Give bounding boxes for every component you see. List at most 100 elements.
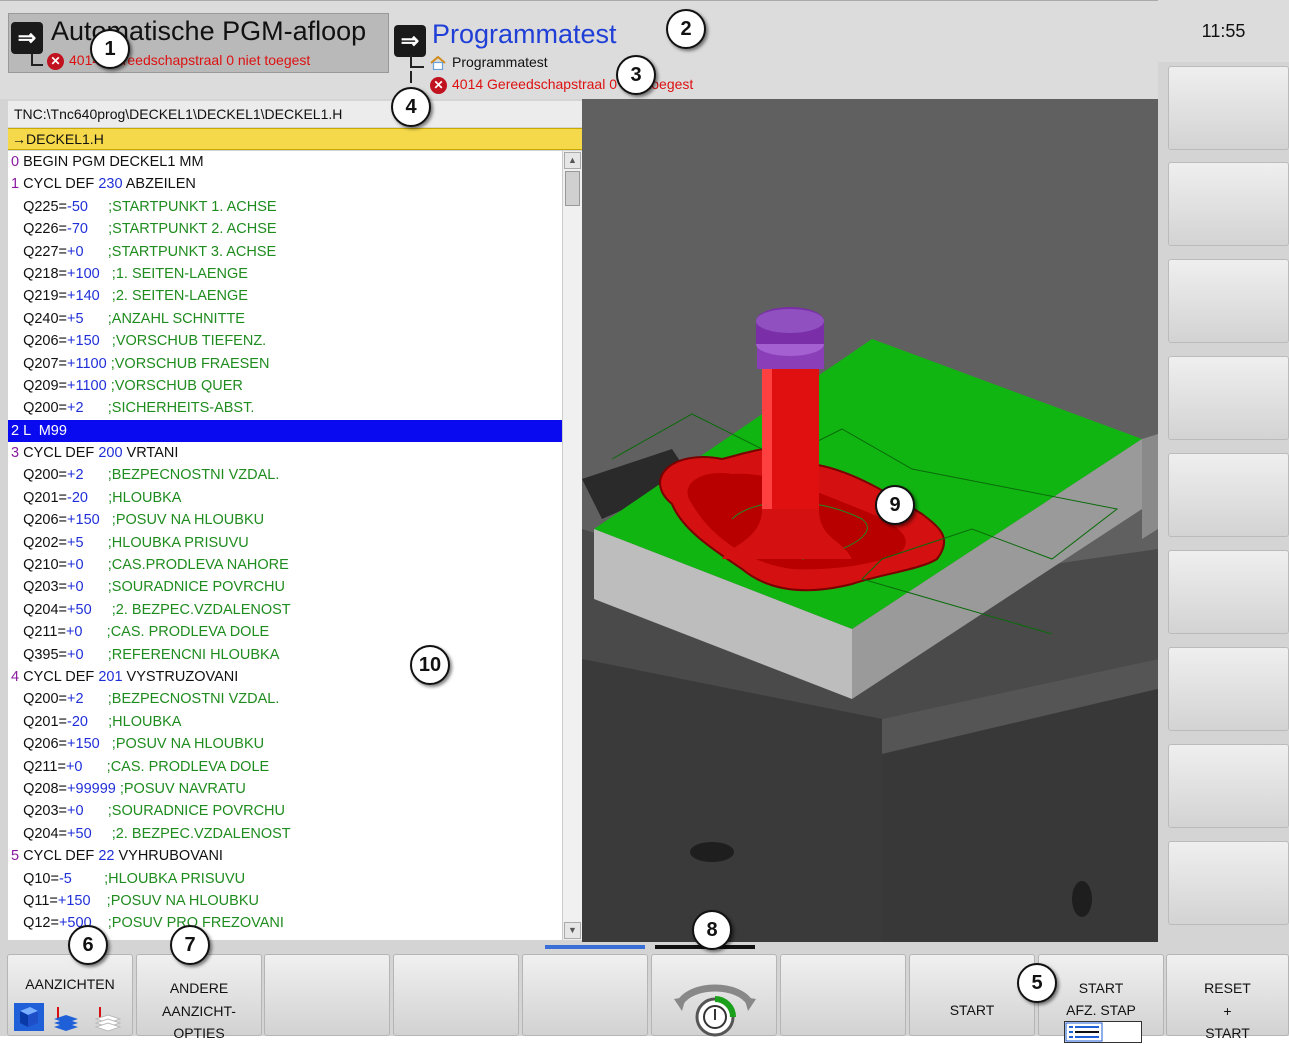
line-value: +1100 <box>67 377 107 394</box>
softkey-start[interactable]: START <box>909 954 1035 1036</box>
program-line[interactable]: 3 CYCL DEF 200 VRTANI <box>8 442 562 464</box>
program-line[interactable]: 5 CYCL DEF 22 VYHRUBOVANI <box>8 845 562 867</box>
softkey-empty-4[interactable] <box>393 954 519 1036</box>
machine-mode-error[interactable]: ✕ 4014 Gereedschapstraal 0 niet toegest <box>47 52 310 70</box>
line-number: 2 <box>11 422 20 439</box>
line-parameter: Q200= <box>11 467 68 484</box>
line-value: +150 <box>67 512 100 529</box>
vertical-softkey-7[interactable] <box>1168 647 1289 731</box>
line-comment: ;HLOUBKA PRISUVU <box>71 870 246 887</box>
program-line[interactable]: Q206=+150 ;POSUV NA HLOUBKU <box>8 733 562 755</box>
tree-connector <box>410 71 412 83</box>
softkey-empty-7[interactable] <box>780 954 906 1036</box>
program-line[interactable]: Q206=+150 ;POSUV NA HLOUBKU <box>8 509 562 531</box>
line-comment: ;POSUV NA HLOUBKU <box>99 512 265 529</box>
program-line[interactable]: Q211=+0 ;CAS. PRODLEVA DOLE <box>8 621 562 643</box>
vertical-softkey-1[interactable] <box>1168 66 1289 150</box>
program-line[interactable]: Q209=+1100 ;VORSCHUB QUER <box>8 375 562 397</box>
simulation-view[interactable] <box>582 99 1158 942</box>
mode-arrow-icon: ⇒ <box>394 25 426 57</box>
line-value: 230 <box>98 176 123 193</box>
program-line[interactable]: Q219=+140 ;2. SEITEN-LAENGE <box>8 285 562 307</box>
line-parameter: Q395= <box>11 646 68 663</box>
line-parameter: Q206= <box>11 333 68 350</box>
softkey-reset-line3: START <box>1205 1025 1250 1041</box>
line-value: +150 <box>67 333 100 350</box>
vertical-softkey-9[interactable] <box>1168 841 1289 925</box>
softkey-speed-dial[interactable] <box>651 954 777 1037</box>
line-number: 5 <box>11 848 20 865</box>
line-value: +50 <box>67 601 92 618</box>
softkey-aanzichten[interactable]: AANZICHTEN <box>7 954 133 1036</box>
scroll-down-button[interactable]: ▼ <box>564 922 581 939</box>
line-value: +99999 <box>67 780 116 797</box>
scroll-thumb[interactable] <box>565 171 580 206</box>
vertical-softkey-5[interactable] <box>1168 453 1289 537</box>
line-comment: ;STARTPUNKT 3. ACHSE <box>83 243 277 260</box>
program-line[interactable]: Q207=+1100 ;VORSCHUB FRAESEN <box>8 353 562 375</box>
program-line[interactable]: Q200=+2 ;SICHERHEITS-ABST. <box>8 397 562 419</box>
line-parameter: Q226= <box>11 221 68 238</box>
program-line[interactable]: Q200=+2 ;BEZPECNOSTNI VZDAL. <box>8 688 562 710</box>
callout-5: 5 <box>1017 963 1057 1003</box>
home-icon <box>430 56 446 71</box>
line-value: +0 <box>67 646 84 663</box>
program-line[interactable]: Q226=-70 ;STARTPUNKT 2. ACHSE <box>8 218 562 240</box>
program-line[interactable]: Q211=+0 ;CAS. PRODLEVA DOLE <box>8 756 562 778</box>
softkey-empty-3[interactable] <box>264 954 390 1036</box>
view-options-icons <box>14 1003 122 1032</box>
program-line[interactable]: Q203=+0 ;SOURADNICE POVRCHU <box>8 576 562 598</box>
program-line[interactable]: Q202=+5 ;HLOUBKA PRISUVU <box>8 532 562 554</box>
line-parameter: Q211= <box>11 624 66 641</box>
line-value: +5 <box>67 534 84 551</box>
program-line-selected[interactable]: 2 L M99 <box>8 419 562 443</box>
vertical-softkey-6[interactable] <box>1168 550 1289 634</box>
callout-10: 10 <box>410 645 450 685</box>
line-command-suffix: VYSTRUZOVANI <box>122 668 239 685</box>
line-parameter: Q203= <box>11 579 68 596</box>
program-line[interactable]: Q227=+0 ;STARTPUNKT 3. ACHSE <box>8 241 562 263</box>
vertical-softkey-2[interactable] <box>1168 162 1289 246</box>
line-comment: ;CAS. PRODLEVA DOLE <box>82 758 270 775</box>
line-value: +100 <box>67 265 100 282</box>
program-line[interactable]: 1 CYCL DEF 230 ABZEILEN <box>8 173 562 195</box>
program-listing[interactable]: 0 BEGIN PGM DECKEL1 MM 1 CYCL DEF 230 ABZ… <box>8 151 562 940</box>
program-line[interactable]: Q206=+150 ;VORSCHUB TIEFENZ. <box>8 330 562 352</box>
line-parameter: Q240= <box>11 310 68 327</box>
line-comment: ;ANZAHL SCHNITTE <box>83 310 245 327</box>
softkey-start-single-block[interactable]: START AFZ. STAP <box>1038 954 1164 1043</box>
softkey-reset-start[interactable]: RESET + START <box>1166 954 1289 1041</box>
line-parameter: Q201= <box>11 713 68 730</box>
programming-mode-sub-text: Programmatest <box>452 54 548 70</box>
single-block-icon <box>1064 1021 1142 1043</box>
softkey-empty-5[interactable] <box>522 954 648 1036</box>
program-line[interactable]: Q201=-20 ;HLOUBKA <box>8 711 562 733</box>
programming-mode-title: Programmatest <box>432 19 617 49</box>
program-line[interactable]: Q203=+0 ;SOURADNICE POVRCHU <box>8 800 562 822</box>
scroll-up-button[interactable]: ▲ <box>564 152 581 169</box>
line-value: +150 <box>57 892 91 909</box>
softkey-andere-aanzicht-opties[interactable]: ANDERE AANZICHT- OPTIES <box>136 954 262 1041</box>
program-line[interactable]: Q11=+150 ;POSUV NA HLOUBKU <box>8 890 562 912</box>
program-line[interactable]: Q225=-50 ;STARTPUNKT 1. ACHSE <box>8 196 562 218</box>
machine-mode-panel[interactable]: ⇒ Automatische PGM-afloop ✕ 4014 Gereedsc… <box>8 13 389 73</box>
line-parameter: Q208= <box>11 780 68 797</box>
program-line[interactable]: 4 CYCL DEF 201 VYSTRUZOVANI <box>8 666 562 688</box>
line-command: CYCL DEF <box>19 445 99 462</box>
program-line[interactable]: Q208=+99999 ;POSUV NAVRATU <box>8 778 562 800</box>
program-line[interactable]: Q204=+50 ;2. BEZPEC.VZDALENOST <box>8 823 562 845</box>
program-line[interactable]: Q10=-5 ;HLOUBKA PRISUVU <box>8 868 562 890</box>
program-line[interactable]: Q200=+2 ;BEZPECNOSTNI VZDAL. <box>8 464 562 486</box>
program-line[interactable]: Q395=+0 ;REFERENCNI HLOUBKA <box>8 644 562 666</box>
vertical-softkey-8[interactable] <box>1168 744 1289 828</box>
program-line[interactable]: 0 BEGIN PGM DECKEL1 MM <box>8 151 562 173</box>
vertical-softkey-4[interactable] <box>1168 356 1289 440</box>
program-line[interactable]: Q218=+100 ;1. SEITEN-LAENGE <box>8 263 562 285</box>
program-line[interactable]: Q204=+50 ;2. BEZPEC.VZDALENOST <box>8 599 562 621</box>
program-line[interactable]: Q201=-20 ;HLOUBKA <box>8 487 562 509</box>
scrollbar[interactable]: ▲ ▼ <box>562 151 582 940</box>
program-line[interactable]: Q240=+5 ;ANZAHL SCHNITTE <box>8 308 562 330</box>
program-line[interactable]: Q210=+0 ;CAS.PRODLEVA NAHORE <box>8 554 562 576</box>
line-comment: ;REFERENCNI HLOUBKA <box>83 646 280 663</box>
vertical-softkey-3[interactable] <box>1168 259 1289 343</box>
